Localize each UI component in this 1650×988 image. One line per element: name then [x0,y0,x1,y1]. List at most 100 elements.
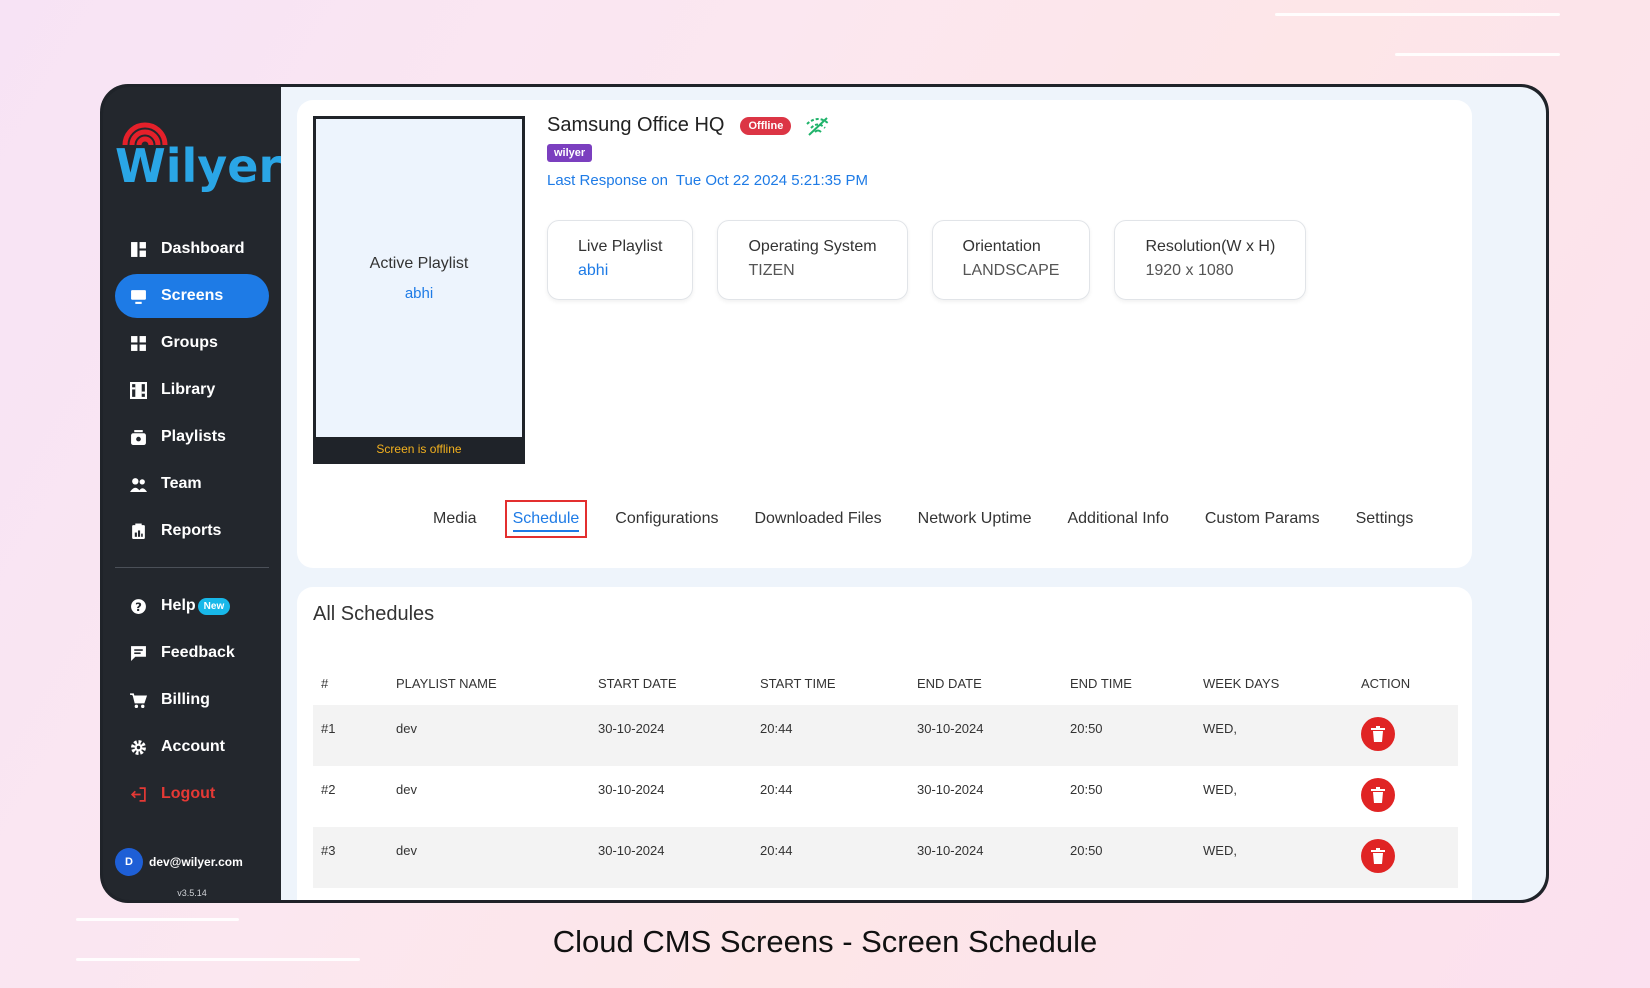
sidebar-item-reports[interactable]: Reports [115,509,269,553]
sidebar-item-label: Account [161,738,225,755]
table-cell: 30-10-2024 [598,843,665,858]
info-resolution: Resolution(W x H) 1920 x 1080 [1114,220,1307,300]
logo[interactable]: Wilyer [115,113,281,193]
table-cell: 30-10-2024 [917,782,984,797]
sidebar-item-label: Playlists [161,428,226,445]
sidebar-item-logout[interactable]: Logout [115,772,269,816]
sidebar-item-label: Team [161,475,202,492]
sidebar-item-account[interactable]: Account [115,725,269,769]
action-cell [1353,705,1458,766]
column-header: ACTION [1361,675,1411,691]
table-cell: dev [396,782,417,797]
screen-preview: Active Playlist abhi Screen is offline [313,116,525,464]
wifi-off-icon [806,116,831,136]
sidebar-item-label: Help [161,597,196,614]
column-header: START DATE [598,675,677,691]
sidebar-item-label: Library [161,381,216,398]
delete-button[interactable] [1361,839,1395,873]
decor-line [1275,13,1560,16]
delete-button[interactable] [1361,778,1395,812]
sidebar-item-team[interactable]: Team [115,462,269,506]
screen-name: Samsung Office HQ [547,114,725,136]
tab-custom-params[interactable]: Custom Params [1199,502,1326,536]
tab-media[interactable]: Media [427,502,483,536]
info-orientation: Orientation LANDSCAPE [931,220,1091,300]
sidebar-divider [115,567,269,568]
trash-icon [1371,726,1385,742]
table-cell: 20:44 [760,721,793,736]
action-cell [1353,827,1458,888]
table-row: #1 dev 30-10-2024 20:44 30-10-2024 20:50 WED, [313,705,1458,766]
info-value: TIZEN [748,262,795,279]
sidebar-item-label: Screens [161,287,224,304]
info-value: 1920 x 1080 [1145,262,1234,279]
user-profile[interactable]: D dev@wilyer.com [115,848,243,876]
sidebar: Wilyer Dashboard Screens Groups Library Play… [103,87,281,900]
table-cell: #2 [321,782,336,797]
tab-downloaded-files[interactable]: Downloaded Files [748,502,887,536]
sidebar-item-dashboard[interactable]: Dashboard [115,227,269,271]
column-header: PLAYLIST NAME [396,675,497,691]
schedules-title: All Schedules [313,603,435,625]
sidebar-item-help[interactable]: ? Help New [115,584,269,628]
table-cell: 20:44 [760,782,793,797]
table-cell: dev [396,843,417,858]
info-boxes: Live Playlist abhi Operating System TIZE… [547,220,1330,300]
table-cell: 30-10-2024 [598,721,665,736]
table-row: #2 dev 30-10-2024 20:44 30-10-2024 20:50 WED, [313,766,1458,827]
sidebar-nav: Dashboard Screens Groups Library Playlists Te… [115,227,269,819]
tab-settings[interactable]: Settings [1350,502,1420,536]
column-header: WEEK DAYS [1203,675,1280,691]
sidebar-item-screens[interactable]: Screens [115,274,269,318]
sidebar-item-label: Billing [161,691,210,708]
schedules-card: All Schedules # PLAYLIST NAME START DATE ST… [297,587,1472,900]
page-caption: Cloud CMS Screens - Screen Schedule [552,924,1098,959]
sidebar-item-label: Dashboard [161,240,245,257]
avatar: D [115,848,143,876]
screen-tabs: Media Schedule Configurations Downloaded Fi… [427,500,1443,538]
sidebar-item-billing[interactable]: Billing [115,678,269,722]
info-operating-system: Operating System TIZEN [717,220,908,300]
screen-details-card: Active Playlist abhi Screen is offline S… [297,100,1472,568]
tab-schedule[interactable]: Schedule [504,500,588,538]
info-label: Orientation [962,238,1041,255]
tab-configurations[interactable]: Configurations [609,502,724,536]
table-cell: WED, [1203,721,1237,736]
tab-network-uptime[interactable]: Network Uptime [912,502,1038,536]
feedback-icon [129,644,147,662]
preview-playlist-link[interactable]: abhi [405,285,433,302]
table-cell: dev [396,721,417,736]
main-content: Active Playlist abhi Screen is offline S… [281,87,1546,900]
sidebar-item-groups[interactable]: Groups [115,321,269,365]
sidebar-item-label: Groups [161,334,218,351]
table-cell: WED, [1203,843,1237,858]
sidebar-item-playlists[interactable]: Playlists [115,415,269,459]
report-icon [129,522,147,540]
column-header: END TIME [1070,675,1132,691]
cart-icon [129,691,147,709]
monitor-icon [129,287,147,305]
last-response: Last Response on Tue Oct 22 2024 5:21:35 … [547,172,868,189]
table-row: #3 dev 30-10-2024 20:44 30-10-2024 20:50 WED, [313,827,1458,888]
info-value-link[interactable]: abhi [578,262,662,280]
user-email: dev@wilyer.com [149,855,243,869]
sidebar-item-label: Feedback [161,644,235,661]
svg-text:?: ? [135,599,142,613]
table-cell: WED, [1203,782,1237,797]
table-cell: #1 [321,721,336,736]
info-live-playlist: Live Playlist abhi [547,220,694,300]
info-value: LANDSCAPE [962,262,1060,279]
table-cell: 20:50 [1070,843,1103,858]
sidebar-item-feedback[interactable]: Feedback [115,631,269,675]
table-cell: 30-10-2024 [917,843,984,858]
sidebar-item-library[interactable]: Library [115,368,269,412]
preview-title: Active Playlist [369,254,469,272]
tab-additional-info[interactable]: Additional Info [1061,502,1174,536]
screen-info: Samsung Office HQ Offline wilyer Last Re… [547,114,868,189]
table-cell: 20:44 [760,843,793,858]
trash-icon [1371,848,1385,864]
table-body: #1 dev 30-10-2024 20:44 30-10-2024 20:50 WED, #… [313,705,1458,888]
delete-button[interactable] [1361,717,1395,751]
gear-icon [129,738,147,756]
column-header: # [321,675,329,691]
